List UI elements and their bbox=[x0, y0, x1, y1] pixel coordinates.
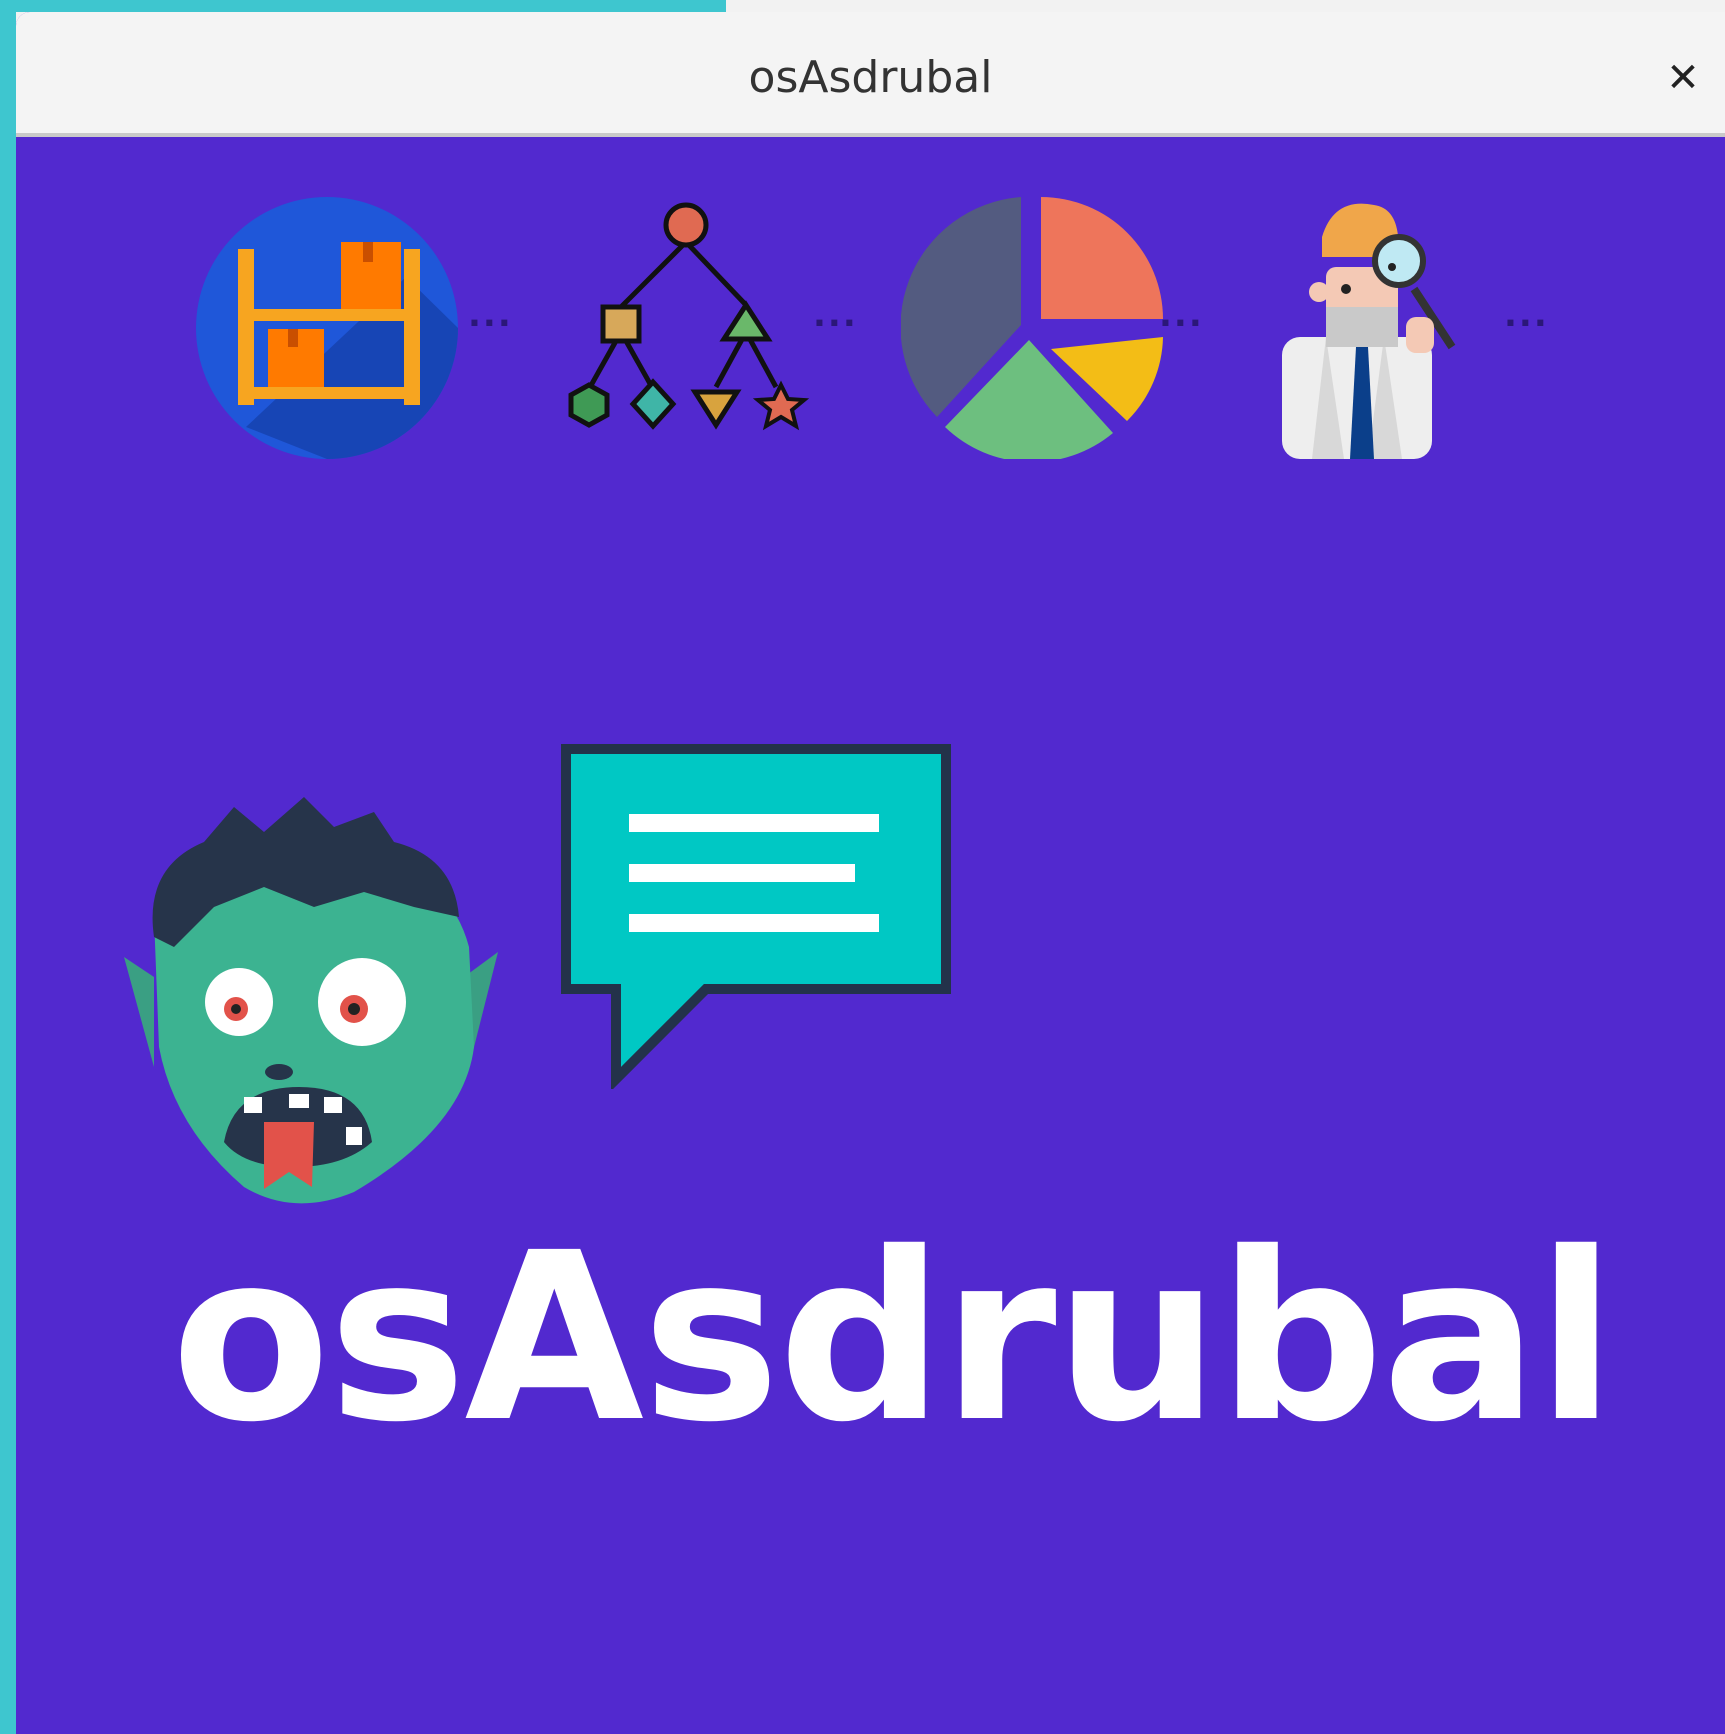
splash-screen: ... ... ... ... osAsdrubal bbox=[16, 137, 1725, 1734]
connector-dots: ... bbox=[1159, 295, 1204, 335]
connector-dots: ... bbox=[468, 295, 513, 335]
app-window: osAsdrubal ✕ ... ... ... ... osAsdrubal bbox=[16, 12, 1725, 1734]
hierarchy-tree-icon bbox=[568, 202, 810, 431]
connector-dots: ... bbox=[813, 295, 858, 335]
speech-bubble-icon bbox=[561, 744, 951, 1089]
warehouse-shelves-icon bbox=[196, 197, 458, 459]
desktop-accent-top bbox=[0, 0, 726, 12]
logo-wordmark: osAsdrubal bbox=[171, 1203, 1616, 1473]
pie-chart-icon bbox=[901, 197, 1163, 459]
desktop-accent-left bbox=[0, 0, 16, 1734]
connector-dots: ... bbox=[1504, 295, 1549, 335]
detective-scientist-icon bbox=[1282, 203, 1456, 459]
zombie-head-icon bbox=[124, 797, 498, 1204]
close-button[interactable]: ✕ bbox=[1655, 50, 1711, 106]
window-title: osAsdrubal bbox=[748, 52, 993, 103]
titlebar: osAsdrubal ✕ bbox=[16, 12, 1725, 137]
